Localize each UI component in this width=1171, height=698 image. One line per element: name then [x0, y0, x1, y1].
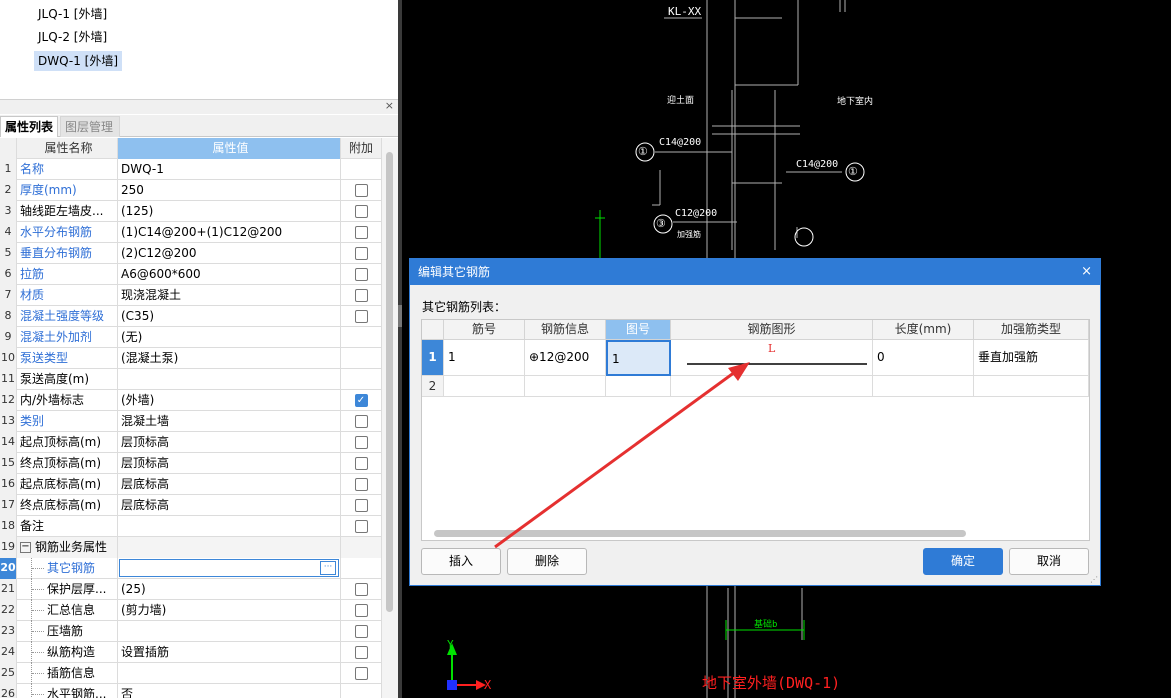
annotation-arrow — [494, 362, 750, 549]
